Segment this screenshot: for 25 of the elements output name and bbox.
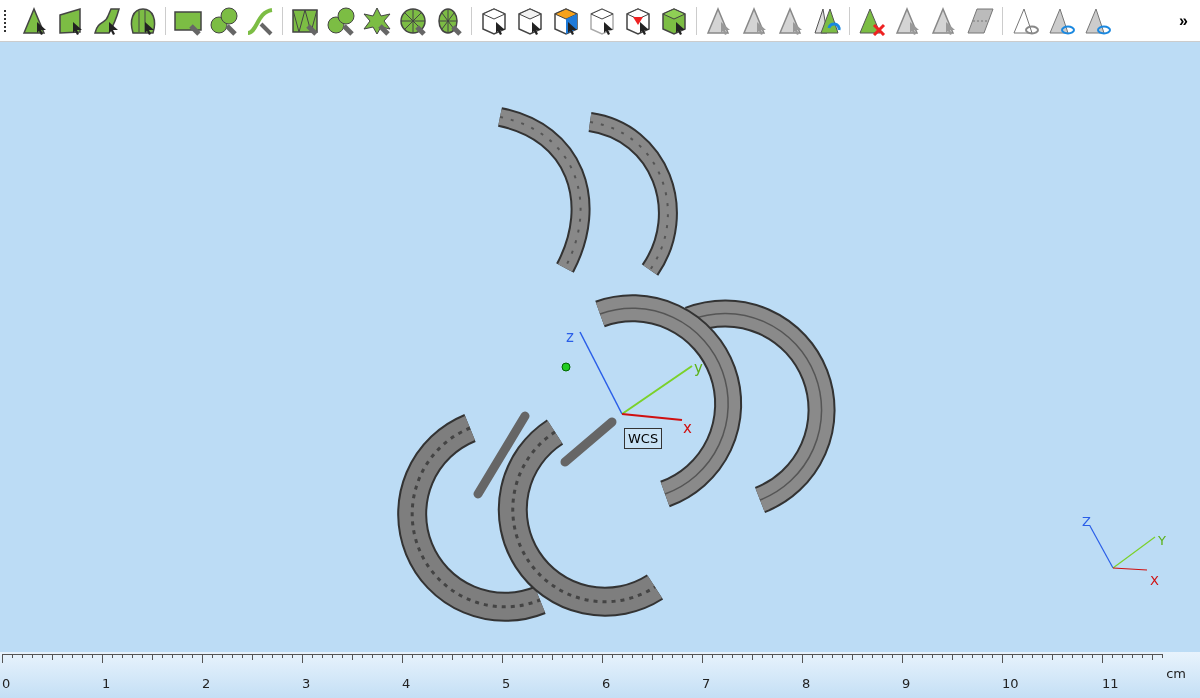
grip-handle[interactable] — [4, 9, 8, 32]
ruler-label: 10 — [1002, 676, 1019, 691]
ruler-label: 4 — [402, 676, 411, 691]
3d-viewport[interactable]: z y x Z Y X WCS — [0, 42, 1200, 652]
wcs-label: WCS — [624, 428, 663, 449]
ruler-label: 7 — [702, 676, 711, 691]
ruler-label: 5 — [502, 676, 511, 691]
triad-x-label: X — [1150, 573, 1159, 588]
ruler-label: 1 — [102, 676, 111, 691]
ruler-label: 6 — [602, 676, 611, 691]
pivot-point[interactable] — [561, 362, 571, 372]
ruler-label: 8 — [802, 676, 811, 691]
ruler-unit: cm — [1166, 666, 1186, 681]
ruler-label: 3 — [302, 676, 311, 691]
ruler-label: 2 — [202, 676, 211, 691]
x-axis-label: x — [683, 419, 692, 437]
ruler-label: 0 — [2, 676, 11, 691]
view-triad-drawing — [1089, 525, 1156, 571]
triad-z-label: Z — [1082, 514, 1091, 529]
z-axis-label: z — [566, 328, 574, 346]
y-axis-label: y — [694, 359, 703, 377]
triad-y-label: Y — [1158, 533, 1166, 548]
ruler-label: 9 — [902, 676, 911, 691]
more-tools-button[interactable]: » — [1175, 9, 1192, 32]
ruler-label: 11 — [1102, 676, 1119, 691]
